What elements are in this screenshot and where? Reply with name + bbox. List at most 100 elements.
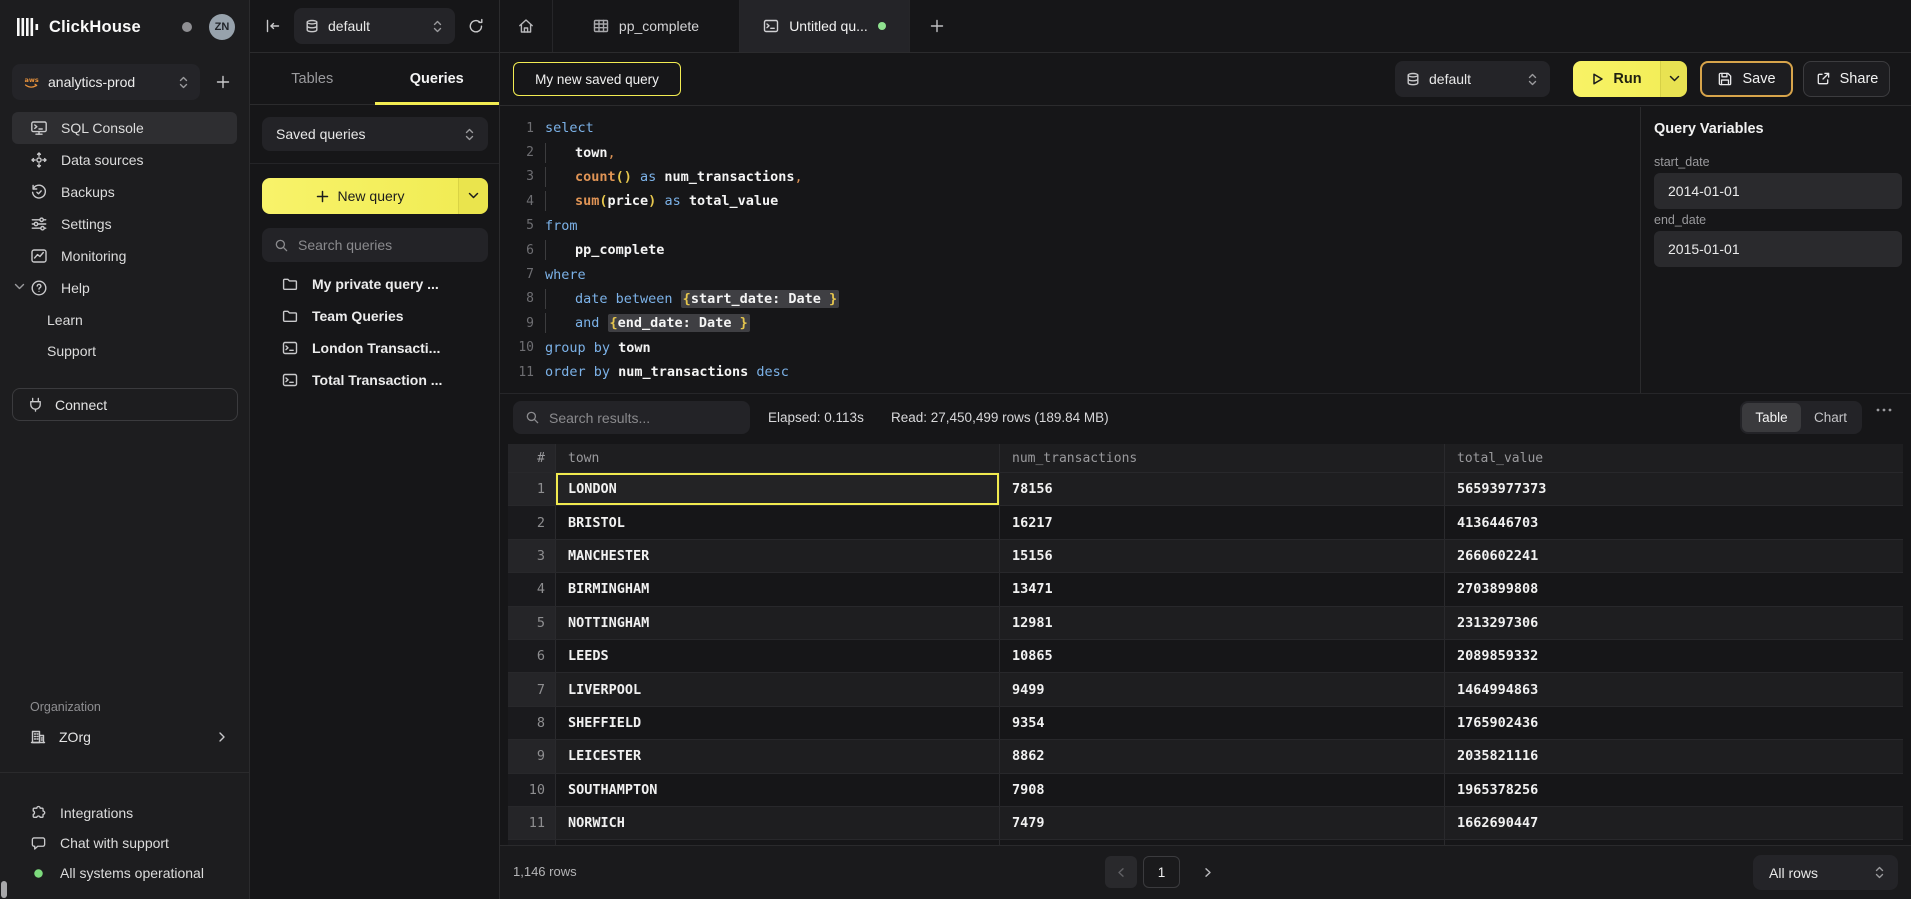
saved-query-team-queries[interactable]: Team Queries: [250, 300, 499, 332]
row-index-cell[interactable]: 3: [508, 540, 556, 572]
table-cell[interactable]: LIVERPOOL: [556, 673, 1000, 705]
table-cell[interactable]: 1765902436: [1445, 707, 1903, 739]
table-cell[interactable]: 2313297306: [1445, 607, 1903, 639]
refresh-icon[interactable]: [467, 17, 485, 35]
table-cell[interactable]: LEICESTER: [556, 740, 1000, 772]
sidebar-item-chat-with-support[interactable]: Chat with support: [12, 828, 237, 858]
query-parameter-chip[interactable]: {start_date: Date }: [681, 290, 839, 308]
chevron-down-icon[interactable]: [14, 283, 25, 291]
table-cell[interactable]: 9354: [1000, 707, 1445, 739]
page-size-select[interactable]: All rows: [1753, 855, 1898, 890]
sidebar-item-sql-console[interactable]: SQL Console: [12, 112, 237, 144]
add-service-button[interactable]: [212, 71, 234, 93]
saved-query-my-private-query[interactable]: My private query ...: [250, 268, 499, 300]
editor-line[interactable]: 10group by town: [500, 336, 1640, 360]
editor-line[interactable]: 4sum(price) as total_value: [500, 189, 1640, 213]
run-database-selector[interactable]: default: [1395, 61, 1550, 97]
tab-untitled-query[interactable]: Untitled qu...: [740, 0, 910, 52]
new-query-button[interactable]: New query: [262, 178, 488, 214]
table-cell[interactable]: 2035821116: [1445, 740, 1903, 772]
saved-query-total-transaction[interactable]: Total Transaction ...: [250, 364, 499, 396]
column-header-index[interactable]: #: [508, 444, 556, 472]
row-index-cell[interactable]: 7: [508, 673, 556, 705]
new-query-dropdown[interactable]: [458, 178, 488, 214]
editor-line[interactable]: 8date between {start_date: Date }: [500, 287, 1640, 311]
start-date-input[interactable]: [1654, 173, 1902, 209]
tab-tables[interactable]: Tables: [250, 53, 375, 104]
previous-page-button[interactable]: [1105, 856, 1137, 888]
new-tab-button[interactable]: [910, 0, 964, 52]
table-cell[interactable]: 7479: [1000, 807, 1445, 839]
table-cell[interactable]: 12981: [1000, 607, 1445, 639]
table-cell[interactable]: 1464994863: [1445, 673, 1903, 705]
view-table-tab[interactable]: Table: [1742, 403, 1801, 432]
page-number-input[interactable]: [1143, 856, 1180, 888]
table-cell[interactable]: 9499: [1000, 673, 1445, 705]
editor-line[interactable]: 9and {end_date: Date }: [500, 311, 1640, 335]
sidebar-item-support[interactable]: Support: [12, 335, 237, 366]
table-cell[interactable]: NORWICH: [556, 807, 1000, 839]
editor-line[interactable]: 6pp_complete: [500, 238, 1640, 262]
next-page-button[interactable]: [1196, 856, 1218, 888]
row-index-cell[interactable]: 11: [508, 807, 556, 839]
table-cell[interactable]: LEEDS: [556, 640, 1000, 672]
user-avatar[interactable]: ZN: [209, 14, 235, 40]
editor-line[interactable]: 7where: [500, 262, 1640, 286]
table-cell[interactable]: SOUTHAMPTON: [556, 774, 1000, 806]
editor-line[interactable]: 3count() as num_transactions,: [500, 165, 1640, 189]
table-cell[interactable]: 4136446703: [1445, 506, 1903, 538]
row-index-cell[interactable]: 9: [508, 740, 556, 772]
connect-button[interactable]: Connect: [12, 388, 238, 421]
run-button[interactable]: Run: [1573, 61, 1687, 97]
run-options-dropdown[interactable]: [1660, 61, 1687, 97]
table-cell[interactable]: 1965378256: [1445, 774, 1903, 806]
sidebar-item-all-systems-operational[interactable]: All systems operational: [12, 858, 237, 888]
database-selector[interactable]: default: [294, 8, 455, 44]
organization-item[interactable]: ZOrg: [12, 722, 237, 752]
row-index-cell[interactable]: 5: [508, 607, 556, 639]
tab-pp-complete[interactable]: pp_complete: [553, 0, 740, 52]
sidebar-item-monitoring[interactable]: Monitoring: [12, 240, 237, 272]
editor-line[interactable]: 2town,: [500, 140, 1640, 164]
share-button[interactable]: Share: [1803, 61, 1890, 97]
table-cell[interactable]: 2660602241: [1445, 540, 1903, 572]
row-index-cell[interactable]: 1: [508, 473, 556, 505]
row-index-cell[interactable]: 4: [508, 573, 556, 605]
table-cell[interactable]: NOTTINGHAM: [556, 607, 1000, 639]
column-header-total-value[interactable]: total_value: [1445, 444, 1903, 472]
table-cell selected-cell[interactable]: LONDON: [556, 473, 1000, 505]
table-cell[interactable]: 7908: [1000, 774, 1445, 806]
editor-line[interactable]: 5from: [500, 214, 1640, 238]
query-parameter-chip[interactable]: {end_date: Date }: [608, 314, 750, 332]
collapse-panel-icon[interactable]: [264, 17, 282, 35]
sql-editor[interactable]: 1select2town,3count() as num_transaction…: [500, 107, 1640, 393]
sidebar-item-learn[interactable]: Learn: [12, 304, 237, 335]
column-header-num-transactions[interactable]: num_transactions: [1000, 444, 1445, 472]
row-index-cell[interactable]: 8: [508, 707, 556, 739]
column-header-town[interactable]: town: [556, 444, 1000, 472]
sidebar-item-data-sources[interactable]: Data sources: [12, 144, 237, 176]
sidebar-item-integrations[interactable]: Integrations: [12, 798, 237, 828]
view-chart-tab[interactable]: Chart: [1801, 403, 1860, 432]
save-button[interactable]: Save: [1700, 61, 1793, 97]
tab-queries[interactable]: Queries: [375, 53, 500, 104]
table-cell[interactable]: BIRMINGHAM: [556, 573, 1000, 605]
editor-line[interactable]: 1select: [500, 116, 1640, 140]
row-index-cell[interactable]: 6: [508, 640, 556, 672]
table-cell[interactable]: SHEFFIELD: [556, 707, 1000, 739]
table-cell[interactable]: 13471: [1000, 573, 1445, 605]
table-cell[interactable]: 10865: [1000, 640, 1445, 672]
table-cell[interactable]: 1662690447: [1445, 807, 1903, 839]
service-selector[interactable]: aws analytics-prod: [12, 64, 200, 100]
end-date-input[interactable]: [1654, 231, 1902, 267]
sidebar-scrollbar[interactable]: [1, 881, 7, 898]
row-index-cell[interactable]: 2: [508, 506, 556, 538]
table-cell[interactable]: BRISTOL: [556, 506, 1000, 538]
sidebar-item-help[interactable]: Help: [12, 272, 237, 304]
sidebar-item-settings[interactable]: Settings: [12, 208, 237, 240]
sidebar-item-backups[interactable]: Backups: [12, 176, 237, 208]
table-cell[interactable]: 16217: [1000, 506, 1445, 538]
saved-queries-select[interactable]: Saved queries: [262, 117, 488, 151]
table-cell[interactable]: MANCHESTER: [556, 540, 1000, 572]
home-button[interactable]: [500, 0, 553, 52]
